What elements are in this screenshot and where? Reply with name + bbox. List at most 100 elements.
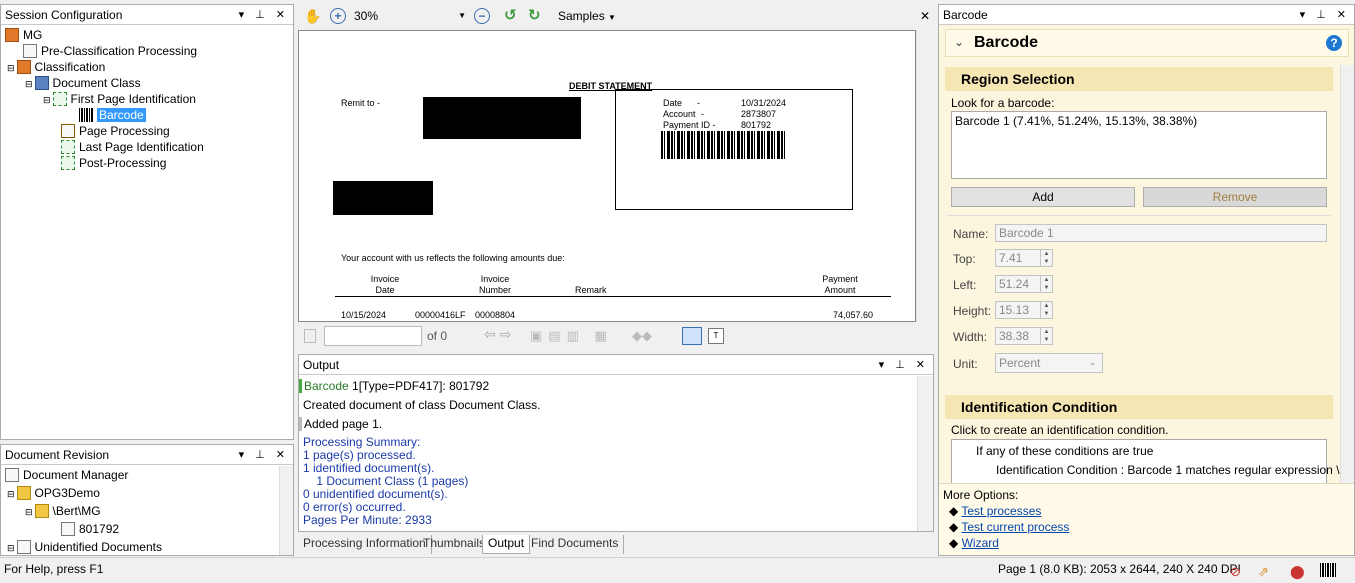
left-field[interactable]: 51.24 ▲ ▼ (995, 275, 1053, 293)
option-test-processes[interactable]: ◆ Test processes (949, 504, 1041, 518)
barcode-panel-vscroll[interactable] (1340, 65, 1354, 483)
doc-amounts-line: Your account with us reflects the follow… (341, 253, 565, 263)
viewer-close-icon[interactable]: ✕ (920, 7, 930, 25)
identification-condition-header: Identification Condition (945, 395, 1333, 419)
tree-item-barcode[interactable]: Barcode (79, 107, 146, 123)
option-test-current-process[interactable]: ◆ Test current process (949, 520, 1069, 534)
doc-revision-scrollbar[interactable] (279, 466, 293, 555)
tab-find-documents[interactable]: Find Documents (526, 535, 625, 554)
image-view-icon[interactable] (682, 327, 702, 345)
tree-item-post-processing[interactable]: Post-Processing (61, 155, 166, 171)
tree-item-bert-mg[interactable]: ⊟ \Bert\MG (25, 503, 101, 519)
rotate-left-icon[interactable]: ↺ (504, 7, 517, 25)
page-processing-icon (61, 124, 75, 138)
width-spinner[interactable]: ▲ ▼ (1040, 328, 1052, 344)
barcode-list-item[interactable]: Barcode 1 (7.41%, 51.24%, 15.13%, 38.38%… (955, 114, 1197, 128)
tree-item-first-page-identification[interactable]: ⊟ First Page Identification (43, 91, 196, 107)
tree-item-last-page-identification[interactable]: Last Page Identification (61, 139, 204, 155)
zoom-in-icon[interactable]: + (330, 7, 346, 25)
output-barcode-line: Barcode 1[Type=PDF417]: 801792 (299, 379, 489, 393)
samples-dropdown[interactable]: Samples ▼ (558, 7, 616, 25)
remove-button[interactable]: Remove (1143, 187, 1327, 207)
top-field[interactable]: 7.41 ▲ ▼ (995, 249, 1053, 267)
nav-arrows-icon[interactable]: ◆◆ (632, 328, 652, 344)
click-to-create-label[interactable]: Click to create an identification condit… (951, 423, 1168, 437)
tree-item-document-class[interactable]: ⊟ Document Class (25, 75, 141, 91)
tree-item-opg3demo[interactable]: ⊟ OPG3Demo (7, 485, 100, 501)
top-spinner[interactable]: ▲ ▼ (1040, 250, 1052, 266)
barcode-title-bar: Barcode ▾ ⊥ ✕ (939, 5, 1354, 25)
tree-item-pre-classification[interactable]: Pre-Classification Processing (23, 43, 197, 59)
tree-item-mg[interactable]: MG (5, 27, 42, 43)
document-manager-icon (5, 468, 19, 482)
process-icon (23, 44, 37, 58)
first-page-button[interactable] (304, 329, 316, 343)
option-wizard[interactable]: ◆ Wizard (949, 536, 999, 550)
tree-item-document-manager[interactable]: Document Manager (5, 467, 128, 483)
prev-arrow-icon[interactable]: ⇦ ⇨ (484, 326, 511, 343)
panel-buttons[interactable]: ▾ ⊥ ✕ (239, 448, 289, 461)
width-field[interactable]: 38.38 ▲ ▼ (995, 327, 1053, 345)
more-options-section: More Options: ◆ Test processes ◆ Test cu… (939, 483, 1354, 555)
tab-processing-information[interactable]: Processing Information (298, 535, 432, 554)
rotate-right-icon[interactable]: ↻ (528, 7, 541, 25)
output-title-bar: Output ▾ ⊥ ✕ (299, 355, 933, 375)
tree-item-classification[interactable]: ⊟ Classification (7, 59, 105, 75)
tree-item-unidentified-documents[interactable]: ⊟ Unidentified Documents (7, 539, 162, 555)
viewer-vscroll[interactable] (916, 30, 932, 322)
height-spinner[interactable]: ▲ ▼ (1040, 302, 1052, 318)
viewer-toolbar: ✋ + 30% ▼ − ↺ ↻ Samples ▼ ✕ (298, 4, 934, 28)
hand-tool-icon[interactable]: ✋ (304, 7, 321, 25)
pdf417-barcode-image (661, 131, 787, 159)
classification-icon (16, 60, 31, 74)
add-button[interactable]: Add (951, 187, 1135, 207)
panel-buttons[interactable]: ▾ ⊥ ✕ (879, 358, 929, 371)
name-field[interactable]: Barcode 1 (995, 224, 1327, 242)
doc-header-rule (335, 296, 891, 297)
page-number-input[interactable] (324, 326, 422, 346)
condition-item[interactable]: Identification Condition : Barcode 1 mat… (996, 463, 1353, 477)
barcode-status-icon[interactable] (1320, 563, 1336, 577)
page-tools-icons[interactable]: ▣▤▥ ▦ (530, 328, 613, 344)
unidentified-icon (16, 540, 31, 554)
height-label: Height: (953, 304, 992, 318)
left-spinner[interactable]: ▲ ▼ (1040, 276, 1052, 292)
session-config-panel: Session Configuration ▾ ⊥ ✕ MG Pre-Class… (0, 4, 294, 440)
condition-box[interactable]: If any of these conditions are true Iden… (951, 439, 1353, 485)
panel-buttons[interactable]: ▾ ⊥ ✕ (239, 8, 289, 21)
doc-date-value: 10/31/2024 (741, 98, 787, 108)
document-revision-title: Document Revision (5, 448, 110, 462)
unit-select[interactable]: Percent ⌄ (995, 353, 1103, 373)
output-vscroll[interactable] (917, 376, 933, 531)
page-of-label: of 0 (427, 329, 448, 343)
output-panel: Output ▾ ⊥ ✕ Barcode 1[Type=PDF417]: 801… (298, 354, 934, 532)
barcode-list[interactable]: Barcode 1 (7.41%, 51.24%, 15.13%, 38.38%… (951, 111, 1327, 179)
doc-date-label: Date (663, 98, 683, 108)
tree-item-801792[interactable]: 801792 (61, 521, 119, 537)
barcode-panel-title: Barcode (943, 8, 988, 22)
region-selection-header: Region Selection (945, 67, 1333, 91)
zoom-out-icon[interactable]: − (474, 7, 490, 25)
doc-col-remark: Remark (575, 285, 607, 295)
tab-output[interactable]: Output (482, 535, 531, 554)
redaction-2 (333, 181, 433, 215)
help-icon[interactable]: ? (1326, 35, 1342, 51)
panel-buttons[interactable]: ▾ ⊥ ✕ (1300, 8, 1350, 21)
doc-row1-date: 10/15/2024 (341, 310, 387, 320)
doc-col-payment-amount: Payment Amount (822, 274, 858, 295)
bullet-icon: ◆ (949, 504, 959, 518)
text-view-icon[interactable]: T (708, 328, 724, 344)
zoom-select[interactable]: 30% ▼ (354, 7, 470, 25)
height-field[interactable]: 15.13 ▲ ▼ (995, 301, 1053, 319)
document-viewer[interactable]: DEBIT STATEMENT Remit to - Date - 10/31/… (298, 30, 916, 322)
collapse-chevron-icon[interactable]: ⌄ (954, 35, 964, 49)
doc-remit-to: Remit to - (341, 98, 381, 108)
condition-any: If any of these conditions are true (976, 444, 1154, 458)
tree-item-page-processing[interactable]: Page Processing (61, 123, 170, 139)
viewer-nav-bar: of 0 ⇦ ⇨ ▣▤▥ ▦ ◆◆ T (298, 323, 934, 349)
bullet-icon: ◆ (949, 520, 959, 534)
doc-row1-amount: 74,057.60 (833, 310, 874, 320)
tab-thumbnails[interactable]: Thumbnails (418, 535, 492, 554)
barcode-header: ⌄ Barcode ? (945, 29, 1349, 57)
output-created-line: Created document of class Document Class… (303, 398, 541, 412)
